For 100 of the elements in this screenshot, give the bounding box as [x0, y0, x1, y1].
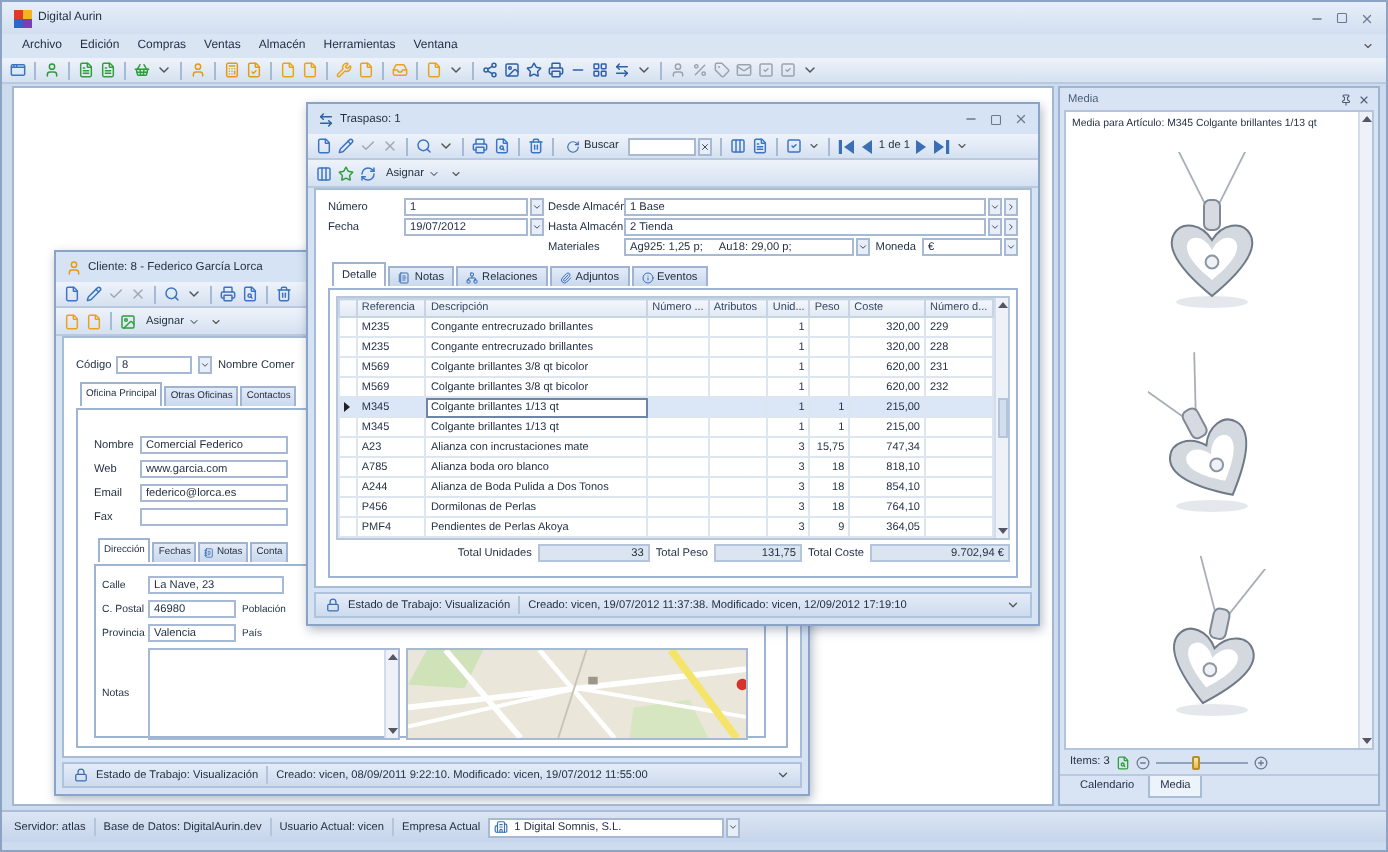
caret-icon[interactable] [1362, 40, 1374, 52]
percent-icon[interactable] [692, 62, 708, 78]
dropdown-button[interactable] [530, 218, 544, 236]
document-icon[interactable] [100, 62, 116, 78]
swap-icon[interactable] [614, 62, 630, 78]
caret-icon[interactable] [448, 62, 464, 78]
calculator-icon[interactable] [224, 62, 240, 78]
trash-icon[interactable] [528, 138, 544, 154]
refresh-icon[interactable] [360, 165, 376, 181]
text-field[interactable] [140, 508, 288, 526]
check-icon[interactable] [360, 138, 376, 154]
caret-icon[interactable] [802, 62, 818, 78]
scrollbar[interactable] [994, 298, 1008, 538]
pencil-icon[interactable] [338, 138, 354, 154]
caret-icon[interactable] [955, 140, 968, 152]
maximize-icon[interactable] [990, 113, 1002, 125]
previous-page-icon[interactable] [860, 139, 873, 153]
next-page-icon[interactable] [915, 139, 928, 153]
caret-icon [857, 242, 868, 252]
document-icon[interactable] [302, 62, 318, 78]
slider-thumb[interactable] [1191, 755, 1200, 769]
close-icon[interactable] [1360, 11, 1374, 25]
dropdown-button[interactable] [198, 356, 212, 374]
mail-icon[interactable] [736, 62, 752, 78]
first-page-icon[interactable] [838, 139, 855, 153]
checkbox-icon[interactable] [780, 62, 796, 78]
zoom-in-icon[interactable] [1253, 755, 1268, 769]
checkbox-icon[interactable] [786, 138, 803, 154]
document-icon[interactable] [280, 62, 296, 78]
printer-icon[interactable] [472, 138, 488, 154]
document-icon[interactable] [64, 286, 80, 302]
close-icon[interactable] [1358, 93, 1370, 105]
search-field[interactable] [628, 137, 697, 155]
document-check-icon[interactable] [246, 62, 262, 78]
columns-icon[interactable] [316, 165, 332, 181]
image-icon[interactable] [504, 62, 520, 78]
document-icon[interactable] [426, 62, 442, 78]
document-search-icon[interactable] [1115, 755, 1130, 769]
window-icon[interactable] [10, 62, 26, 78]
printer-icon[interactable] [548, 62, 564, 78]
person-icon[interactable] [190, 62, 206, 78]
dropdown-button[interactable] [988, 218, 1002, 236]
columns-icon[interactable] [730, 138, 747, 154]
document-icon[interactable] [78, 62, 94, 78]
tag-icon[interactable] [714, 62, 730, 78]
dropdown-button[interactable] [1004, 238, 1018, 256]
tray-icon[interactable] [392, 62, 408, 78]
search-icon[interactable] [416, 138, 432, 154]
basket-icon[interactable] [134, 62, 150, 78]
document-search-icon[interactable] [494, 138, 510, 154]
scroll-up-icon[interactable] [387, 654, 397, 660]
scrollbar-thumb[interactable] [997, 398, 1007, 438]
close-icon[interactable] [1014, 112, 1028, 126]
document-icon[interactable] [358, 62, 374, 78]
scroll-down-icon[interactable] [387, 728, 397, 734]
dropdown-button[interactable] [530, 198, 544, 216]
trash-icon[interactable] [276, 286, 292, 302]
dropdown-button[interactable] [988, 198, 1002, 216]
caret-icon[interactable] [636, 62, 652, 78]
scroll-up-icon[interactable] [997, 302, 1007, 308]
search-icon[interactable] [164, 286, 180, 302]
document-icon[interactable] [752, 138, 769, 154]
document-icon[interactable] [316, 138, 332, 154]
check-icon[interactable] [108, 286, 124, 302]
dropdown-button[interactable] [855, 238, 870, 256]
caret-icon[interactable] [808, 140, 821, 152]
caret-icon[interactable] [1006, 598, 1020, 612]
notes-field[interactable] [148, 648, 400, 740]
document-icon[interactable] [64, 313, 80, 329]
share-icon[interactable] [482, 62, 498, 78]
maximize-icon[interactable] [1336, 12, 1348, 24]
checkbox-icon[interactable] [758, 62, 774, 78]
pin-icon[interactable] [1340, 93, 1352, 105]
star-icon[interactable] [526, 62, 542, 78]
cancel-icon[interactable] [382, 138, 398, 154]
image-icon[interactable] [120, 313, 136, 329]
clear-button[interactable] [698, 137, 713, 155]
scroll-up-icon[interactable] [1361, 116, 1371, 122]
cancel-icon[interactable] [130, 286, 146, 302]
document-icon[interactable] [86, 313, 102, 329]
person-icon[interactable] [670, 62, 686, 78]
caret-icon[interactable] [776, 768, 790, 782]
wrench-icon[interactable] [336, 62, 352, 78]
pencil-icon[interactable] [86, 286, 102, 302]
zoom-out-icon[interactable] [1135, 755, 1150, 769]
caret-icon [728, 822, 739, 832]
last-page-icon[interactable] [933, 139, 950, 153]
scrollbar[interactable] [384, 650, 398, 738]
person-icon[interactable] [44, 62, 60, 78]
scroll-down-icon[interactable] [1361, 738, 1371, 744]
caret-icon[interactable] [156, 62, 172, 78]
printer-icon[interactable] [220, 286, 236, 302]
scrollbar[interactable] [1358, 112, 1372, 748]
document-search-icon[interactable] [242, 286, 258, 302]
next-button[interactable] [1004, 218, 1018, 236]
next-button[interactable] [1004, 198, 1018, 216]
scroll-down-icon[interactable] [997, 528, 1007, 534]
grid-icon[interactable] [592, 62, 608, 78]
star-icon[interactable] [338, 165, 354, 181]
minimize-icon[interactable] [964, 112, 978, 126]
